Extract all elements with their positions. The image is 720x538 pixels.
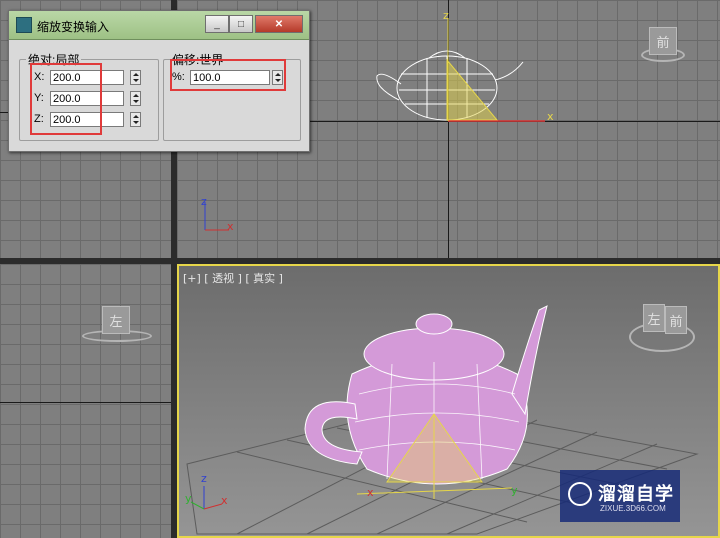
axis-gizmo-y: y: [185, 492, 192, 505]
axis-gizmo-x: x: [227, 220, 234, 233]
viewport-left[interactable]: 左: [0, 264, 171, 538]
watermark: 溜溜自学 ZIXUE.3D66.COM: [560, 470, 680, 522]
axis-label-x: x: [547, 110, 554, 123]
minimize-button[interactable]: _: [205, 15, 229, 33]
play-logo-icon: [568, 482, 592, 506]
maximize-button[interactable]: □: [229, 15, 253, 33]
axis-label-x: x: [367, 486, 374, 499]
grid-axis-line: [0, 402, 171, 403]
app-icon: [16, 17, 32, 33]
viewcube-left[interactable]: 左: [102, 306, 130, 334]
viewcube-front[interactable]: 前: [649, 27, 677, 55]
watermark-subtitle: ZIXUE.3D66.COM: [600, 504, 666, 513]
y-spinner[interactable]: [130, 91, 141, 106]
z-spinner[interactable]: [130, 112, 141, 127]
highlight-box-absolute: [30, 63, 102, 135]
watermark-title: 溜溜自学: [598, 484, 674, 504]
close-button[interactable]: ✕: [255, 15, 303, 33]
viewcube-front[interactable]: 前: [665, 306, 687, 334]
axis-label-z: z: [443, 9, 449, 22]
axis-gizmo-z: z: [201, 195, 207, 208]
x-spinner[interactable]: [130, 70, 141, 85]
axis-label-y: y: [511, 484, 518, 497]
axis-gizmo-z: z: [201, 472, 207, 485]
axis-gizmo-x: x: [221, 494, 228, 507]
viewcube-left[interactable]: 左: [643, 304, 665, 332]
dialog-title: 缩放变换输入: [37, 20, 110, 34]
highlight-box-offset: [170, 59, 286, 91]
dialog-titlebar[interactable]: 缩放变换输入 _ □ ✕: [9, 11, 309, 40]
